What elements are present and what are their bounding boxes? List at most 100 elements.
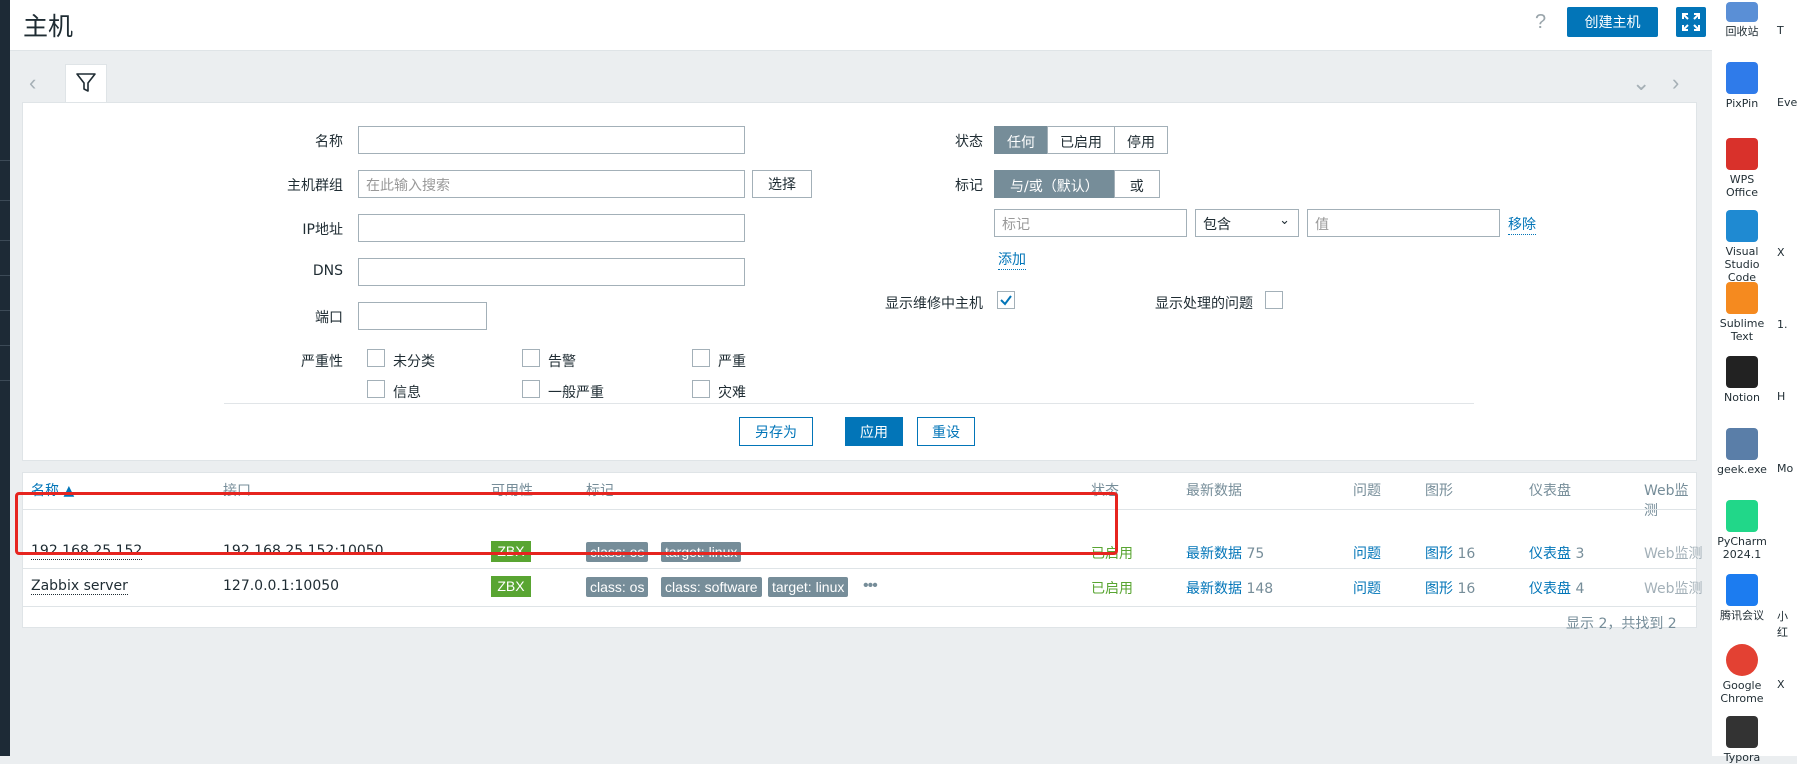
check-icon: [1000, 295, 1012, 306]
filter-panel: 名称 主机群组 在此输入搜索 选择 IP地址 DNS 端口 严重性 未分类 告警…: [22, 102, 1697, 461]
graphs-label: 图形: [1425, 581, 1453, 597]
apply-button[interactable]: 应用: [845, 417, 903, 446]
dashboards-link[interactable]: 仪表盘 4: [1529, 578, 1584, 598]
severity-checkbox-disaster[interactable]: [692, 380, 710, 398]
header-web: Web监测: [1644, 483, 1689, 519]
tencent-meeting-icon[interactable]: 腾讯会议: [1712, 574, 1772, 622]
typora-icon[interactable]: Typora: [1712, 716, 1772, 764]
severity-checkbox-warning[interactable]: [522, 349, 540, 367]
latest-data-link[interactable]: 最新数据 75: [1186, 543, 1264, 563]
host-status[interactable]: 已启用: [1091, 578, 1133, 598]
filter-tab[interactable]: [65, 64, 107, 103]
filter-funnel-icon: [76, 73, 96, 92]
severity-checkbox-info[interactable]: [367, 380, 385, 398]
header-latest-data: 最新数据: [1186, 483, 1242, 499]
severity-checkbox-high[interactable]: [692, 349, 710, 367]
chevron-down-icon: ⌄: [1279, 213, 1290, 228]
tag-name-input[interactable]: 标记: [994, 209, 1187, 237]
more-tags-icon[interactable]: •••: [863, 577, 878, 595]
pixpin-icon[interactable]: PixPin: [1712, 62, 1772, 110]
show-maintenance-checkbox[interactable]: [997, 291, 1015, 309]
notion-icon[interactable]: Notion: [1712, 356, 1772, 404]
port-input[interactable]: [358, 302, 487, 330]
table-footer-count: 显示 2，共找到 2: [1566, 616, 1677, 632]
pycharm-icon[interactable]: PyCharm 2024.1: [1712, 500, 1772, 561]
status-label: 状态: [955, 134, 983, 150]
recycle-bin-glyph: [1726, 2, 1758, 22]
latest-data-count: 75: [1246, 546, 1265, 562]
status-option-enabled[interactable]: 已启用: [1047, 126, 1115, 154]
fullscreen-button[interactable]: [1676, 7, 1706, 37]
wps-office-icon[interactable]: WPS Office: [1712, 138, 1772, 199]
partial-icon-label: 小红: [1777, 610, 1788, 639]
typora-glyph: [1726, 716, 1758, 748]
help-icon[interactable]: ?: [1535, 11, 1546, 34]
partial-icon-label: T: [1777, 24, 1784, 37]
status-option-disabled[interactable]: 停用: [1114, 126, 1168, 154]
dns-input[interactable]: [358, 258, 745, 286]
host-group-label: 主机群组: [287, 178, 343, 194]
severity-unclassified-label: 未分类: [393, 354, 435, 370]
latest-data-label: 最新数据: [1186, 546, 1242, 562]
host-name-link[interactable]: Zabbix server: [31, 578, 128, 595]
row-divider: [23, 568, 1696, 569]
save-as-button[interactable]: 另存为: [739, 417, 813, 446]
filter-divider: [224, 403, 1474, 404]
port-label: 端口: [315, 310, 343, 326]
tab-prev-icon[interactable]: ‹: [29, 70, 36, 96]
tag-value-input[interactable]: 值: [1307, 209, 1500, 237]
problems-link[interactable]: 问题: [1353, 543, 1381, 563]
web-monitoring-link: Web监测: [1644, 546, 1703, 562]
show-suppressed-label: 显示处理的问题: [1155, 296, 1253, 312]
collapse-chevron-down-icon[interactable]: ⌄: [1632, 70, 1650, 96]
background-window-edge: [0, 0, 10, 756]
name-input[interactable]: [358, 126, 745, 154]
create-host-button[interactable]: 创建主机: [1567, 7, 1658, 37]
show-maintenance-label: 显示维修中主机: [885, 296, 983, 312]
ip-input[interactable]: [358, 214, 745, 242]
tag-badge[interactable]: class: os: [586, 577, 649, 597]
recycle-bin-icon[interactable]: 回收站: [1712, 2, 1772, 38]
partial-icon-label: X: [1777, 246, 1785, 259]
geek-exe-icon[interactable]: geek.exe: [1712, 428, 1772, 476]
pycharm-glyph: [1726, 500, 1758, 532]
geek-glyph: [1726, 428, 1758, 460]
tag-remove-link[interactable]: 移除: [1508, 214, 1536, 235]
tag-badge[interactable]: target: linux: [768, 577, 849, 597]
host-group-select-button[interactable]: 选择: [752, 170, 812, 198]
zbx-availability-badge[interactable]: ZBX: [491, 576, 531, 597]
partial-icon-label: Eve: [1777, 96, 1797, 109]
tag-add-link[interactable]: 添加: [998, 249, 1026, 270]
ip-label: IP地址: [302, 222, 343, 238]
severity-warning-label: 告警: [548, 354, 576, 370]
filter-tab-bar: ‹ ⌄ ›: [22, 64, 1697, 103]
severity-high-label: 严重: [718, 354, 746, 370]
status-option-any[interactable]: 任何: [994, 126, 1048, 154]
dashboards-count: 3: [1575, 546, 1585, 562]
graphs-link[interactable]: 图形 16: [1425, 578, 1475, 598]
show-suppressed-checkbox[interactable]: [1265, 291, 1283, 309]
google-chrome-icon[interactable]: Google Chrome: [1712, 644, 1772, 705]
reset-button[interactable]: 重设: [917, 417, 975, 446]
tencent-meeting-glyph: [1726, 574, 1758, 606]
tag-mode-and-or[interactable]: 与/或（默认）: [994, 170, 1115, 198]
vscode-icon[interactable]: Visual Studio Code: [1712, 210, 1772, 284]
tab-next-icon[interactable]: ›: [1672, 70, 1679, 96]
tag-mode-or[interactable]: 或: [1113, 170, 1160, 198]
partial-icon-label: X: [1777, 678, 1785, 691]
latest-data-link[interactable]: 最新数据 148: [1186, 578, 1273, 598]
severity-label: 严重性: [301, 354, 343, 370]
dns-label: DNS: [312, 263, 343, 279]
tag-badge[interactable]: class: software: [661, 577, 762, 597]
chrome-glyph: [1726, 644, 1758, 676]
severity-checkbox-average[interactable]: [522, 380, 540, 398]
host-group-input[interactable]: 在此输入搜索: [358, 170, 745, 198]
dashboards-link[interactable]: 仪表盘 3: [1529, 543, 1584, 563]
problems-link[interactable]: 问题: [1353, 578, 1381, 598]
tag-operator-select[interactable]: 包含 ⌄: [1195, 209, 1299, 237]
sublime-text-icon[interactable]: Sublime Text: [1712, 282, 1772, 343]
pixpin-glyph: [1726, 62, 1758, 94]
tag-mode-segmented-control: 与/或（默认） 或: [994, 170, 1160, 198]
severity-checkbox-unclassified[interactable]: [367, 349, 385, 367]
graphs-link[interactable]: 图形 16: [1425, 543, 1475, 563]
